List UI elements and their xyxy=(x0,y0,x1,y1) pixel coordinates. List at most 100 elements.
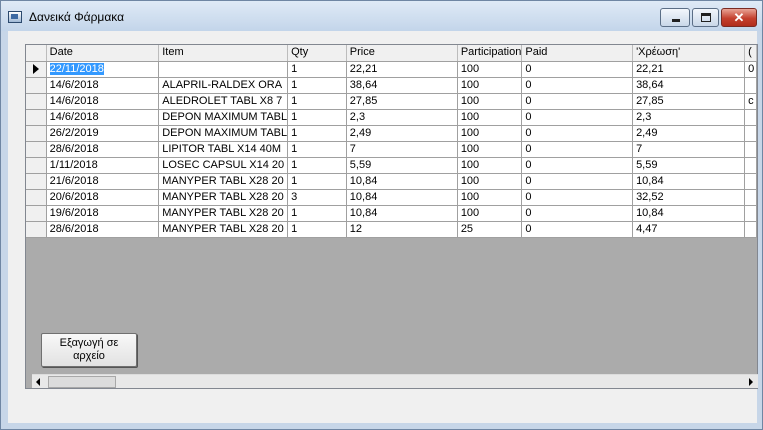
cell-date[interactable]: 26/2/2019 xyxy=(46,125,160,142)
cell-date[interactable]: 19/6/2018 xyxy=(46,205,160,222)
horizontal-scrollbar[interactable] xyxy=(32,374,758,388)
scroll-left-arrow-icon[interactable] xyxy=(32,375,46,389)
cell-paid[interactable]: 0 xyxy=(521,61,634,78)
corner-cell[interactable] xyxy=(26,45,47,62)
cell-paid[interactable]: 0 xyxy=(521,189,634,206)
table-row[interactable]: 28/6/2018 LIPITOR TABL X14 40M 1 7 100 0 7 xyxy=(26,141,757,158)
cell-item[interactable]: ALAPRIL-RALDEX ORA xyxy=(158,77,289,94)
cell-charge[interactable]: 10,84 xyxy=(632,205,746,222)
column-header-date[interactable]: Date xyxy=(46,45,160,62)
cell-qty[interactable]: 1 xyxy=(287,205,347,222)
cell-participation[interactable]: 100 xyxy=(457,189,523,206)
cell-date[interactable]: 28/6/2018 xyxy=(46,221,160,238)
row-header[interactable] xyxy=(26,77,47,94)
cell-paid[interactable]: 0 xyxy=(521,77,634,94)
column-header-item[interactable]: Item xyxy=(158,45,289,62)
cell-item[interactable] xyxy=(158,61,289,78)
table-row[interactable]: 28/6/2018 MANYPER TABL X28 20 1 12 25 0 4,47 xyxy=(26,221,757,238)
cell-paid[interactable]: 0 xyxy=(521,221,634,238)
table-row[interactable]: 22/11/2018 1 22,21 100 0 22,21 0 xyxy=(26,61,757,78)
cell-qty[interactable]: 1 xyxy=(287,157,347,174)
cell-item[interactable]: MANYPER TABL X28 20 xyxy=(158,173,289,190)
minimize-button[interactable] xyxy=(660,8,690,27)
cell-charge[interactable]: 38,64 xyxy=(632,77,746,94)
cell-participation[interactable]: 100 xyxy=(457,61,523,78)
row-header[interactable] xyxy=(26,205,47,222)
row-header[interactable] xyxy=(26,61,47,78)
cell-price[interactable]: 2,3 xyxy=(346,109,458,126)
row-header[interactable] xyxy=(26,173,47,190)
column-header-paid[interactable]: Paid xyxy=(521,45,634,62)
table-row[interactable]: 14/6/2018 DEPON MAXIMUM TABL 1 2,3 100 0 2,3 xyxy=(26,109,757,126)
cell-item[interactable]: MANYPER TABL X28 20 xyxy=(158,221,289,238)
table-row[interactable]: 19/6/2018 MANYPER TABL X28 20 1 10,84 100 0 10… xyxy=(26,205,757,222)
cell-participation[interactable]: 100 xyxy=(457,157,523,174)
cell-item[interactable]: MANYPER TABL X28 20 xyxy=(158,189,289,206)
cell-charge[interactable]: 4,47 xyxy=(632,221,746,238)
cell-charge[interactable]: 22,21 xyxy=(632,61,746,78)
column-header-qty[interactable]: Qty xyxy=(287,45,347,62)
table-row[interactable]: 14/6/2018 ALAPRIL-RALDEX ORA 1 38,64 100 0 38,… xyxy=(26,77,757,94)
cell-participation[interactable]: 25 xyxy=(457,221,523,238)
cell-charge[interactable]: 10,84 xyxy=(632,173,746,190)
row-header[interactable] xyxy=(26,141,47,158)
cell-price[interactable]: 38,64 xyxy=(346,77,458,94)
table-row[interactable]: 1/11/2018 LOSEC CAPSUL X14 20 1 5,59 100 0 5,5… xyxy=(26,157,757,174)
scroll-thumb[interactable] xyxy=(48,376,116,388)
cell-date[interactable]: 1/11/2018 xyxy=(46,157,160,174)
cell-participation[interactable]: 100 xyxy=(457,77,523,94)
cell-date[interactable]: 20/6/2018 xyxy=(46,189,160,206)
cell-qty[interactable]: 1 xyxy=(287,221,347,238)
cell-price[interactable]: 10,84 xyxy=(346,189,458,206)
cell-charge[interactable]: 7 xyxy=(632,141,746,158)
cell-extra[interactable] xyxy=(744,205,757,222)
cell-item[interactable]: LIPITOR TABL X14 40M xyxy=(158,141,289,158)
cell-qty[interactable]: 1 xyxy=(287,125,347,142)
column-header-participation[interactable]: Participation xyxy=(457,45,523,62)
cell-date[interactable]: 14/6/2018 xyxy=(46,109,160,126)
row-header[interactable] xyxy=(26,109,47,126)
cell-date[interactable]: 28/6/2018 xyxy=(46,141,160,158)
cell-extra[interactable] xyxy=(744,109,757,126)
table-row[interactable]: 20/6/2018 MANYPER TABL X28 20 3 10,84 100 0 32… xyxy=(26,189,757,206)
cell-paid[interactable]: 0 xyxy=(521,109,634,126)
cell-paid[interactable]: 0 xyxy=(521,93,634,110)
cell-extra[interactable] xyxy=(744,141,757,158)
cell-qty[interactable]: 1 xyxy=(287,93,347,110)
cell-extra[interactable] xyxy=(744,125,757,142)
row-header[interactable] xyxy=(26,221,47,238)
cell-date[interactable]: 14/6/2018 xyxy=(46,93,160,110)
cell-participation[interactable]: 100 xyxy=(457,109,523,126)
cell-participation[interactable]: 100 xyxy=(457,125,523,142)
cell-price[interactable]: 5,59 xyxy=(346,157,458,174)
cell-charge[interactable]: 2,49 xyxy=(632,125,746,142)
cell-item[interactable]: LOSEC CAPSUL X14 20 xyxy=(158,157,289,174)
cell-qty[interactable]: 1 xyxy=(287,77,347,94)
cell-participation[interactable]: 100 xyxy=(457,173,523,190)
row-header[interactable] xyxy=(26,189,47,206)
cell-extra[interactable] xyxy=(744,189,757,206)
cell-charge[interactable]: 2,3 xyxy=(632,109,746,126)
table-row[interactable]: 14/6/2018 ALEDROLET TABL X8 7 1 27,85 100 0 27… xyxy=(26,93,757,110)
cell-paid[interactable]: 0 xyxy=(521,125,634,142)
cell-price[interactable]: 12 xyxy=(346,221,458,238)
cell-extra[interactable]: c xyxy=(744,93,757,110)
cell-paid[interactable]: 0 xyxy=(521,205,634,222)
cell-charge[interactable]: 32,52 xyxy=(632,189,746,206)
cell-price[interactable]: 22,21 xyxy=(346,61,458,78)
cell-participation[interactable]: 100 xyxy=(457,93,523,110)
cell-extra[interactable]: 0 xyxy=(744,61,757,78)
cell-date[interactable]: 21/6/2018 xyxy=(46,173,160,190)
cell-paid[interactable]: 0 xyxy=(521,157,634,174)
cell-paid[interactable]: 0 xyxy=(521,141,634,158)
table-row[interactable]: 21/6/2018 MANYPER TABL X28 20 1 10,84 100 0 10… xyxy=(26,173,757,190)
cell-price[interactable]: 27,85 xyxy=(346,93,458,110)
cell-extra[interactable] xyxy=(744,173,757,190)
cell-price[interactable]: 7 xyxy=(346,141,458,158)
cell-item[interactable]: DEPON MAXIMUM TABL xyxy=(158,109,289,126)
cell-participation[interactable]: 100 xyxy=(457,205,523,222)
cell-charge[interactable]: 5,59 xyxy=(632,157,746,174)
cell-paid[interactable]: 0 xyxy=(521,173,634,190)
cell-item[interactable]: DEPON MAXIMUM TABL xyxy=(158,125,289,142)
cell-date[interactable]: 14/6/2018 xyxy=(46,77,160,94)
